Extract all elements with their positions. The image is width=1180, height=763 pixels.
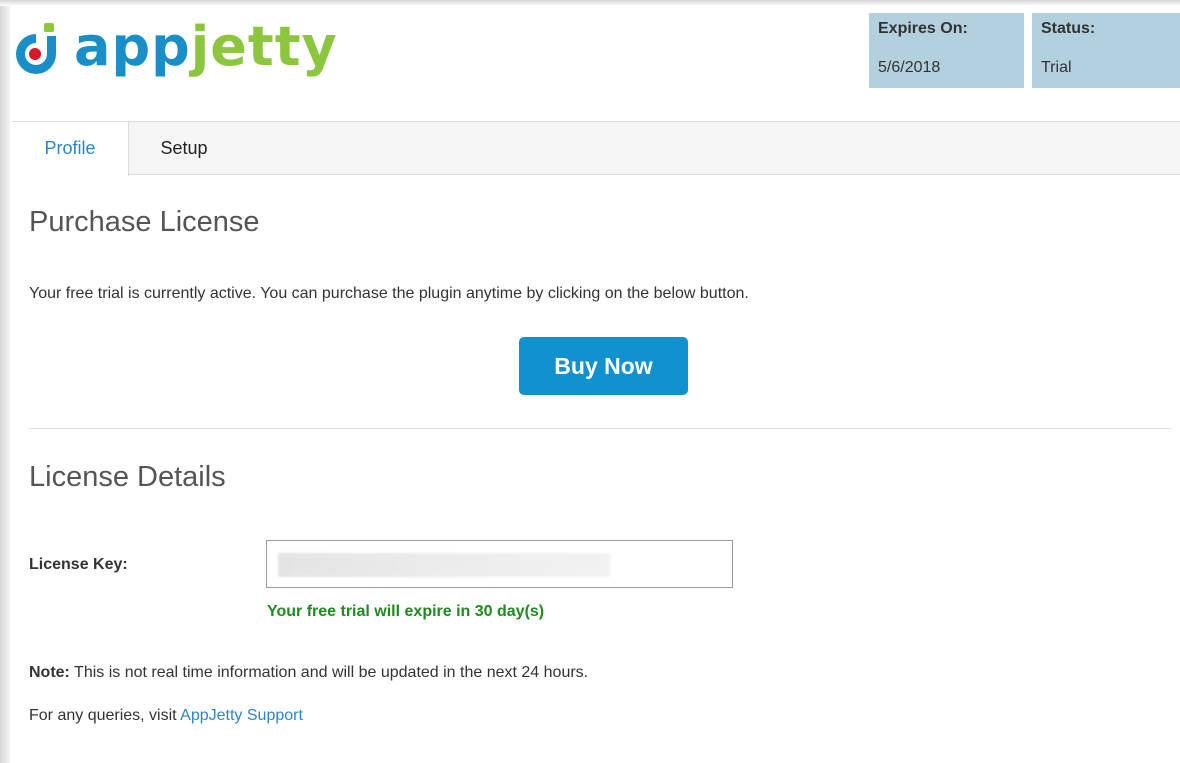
license-key-redacted-value (278, 553, 610, 577)
trial-active-message: Your free trial is currently active. You… (29, 285, 749, 302)
section-divider (28, 428, 1172, 429)
page: appjetty Expires On: 5/6/2018 Status: Tr… (0, 0, 1180, 763)
status-label: Status: (1041, 20, 1096, 37)
appjetty-support-link[interactable]: AppJetty Support (180, 707, 303, 724)
status-box: Status: Trial (1032, 13, 1180, 88)
trial-expiry-message: Your free trial will expire in 30 day(s) (267, 603, 545, 620)
license-key-field[interactable] (266, 540, 733, 588)
purchase-license-title: Purchase License (29, 206, 260, 238)
tab-profile[interactable]: Profile (12, 122, 129, 176)
appjetty-wordmark: appjetty (74, 20, 338, 74)
note-body: This is not real time information and wi… (69, 664, 589, 681)
license-details-title: License Details (29, 461, 226, 493)
queries-text: For any queries, visit AppJetty Support (29, 707, 303, 725)
license-key-label: License Key: (29, 556, 128, 573)
expires-on-label: Expires On: (878, 20, 968, 37)
tab-setup[interactable]: Setup (153, 122, 215, 174)
status-value: Trial (1041, 59, 1072, 76)
note-label: Note: (29, 664, 70, 681)
expires-on-value: 5/6/2018 (878, 59, 941, 76)
window-left-border (0, 0, 10, 763)
queries-prefix: For any queries, visit (29, 707, 181, 724)
appjetty-logo: appjetty (14, 14, 338, 86)
appjetty-logo-icon (14, 23, 64, 77)
buy-now-button[interactable]: Buy Now (519, 337, 688, 395)
expires-on-box: Expires On: 5/6/2018 (869, 13, 1024, 88)
logo-text-jetty: jetty (190, 15, 338, 78)
note-text: Note: This is not real time information … (29, 664, 588, 682)
logo-text-app: app (74, 15, 191, 78)
window-top-border (0, 0, 1180, 6)
tab-bar: Profile Setup (12, 121, 1180, 176)
